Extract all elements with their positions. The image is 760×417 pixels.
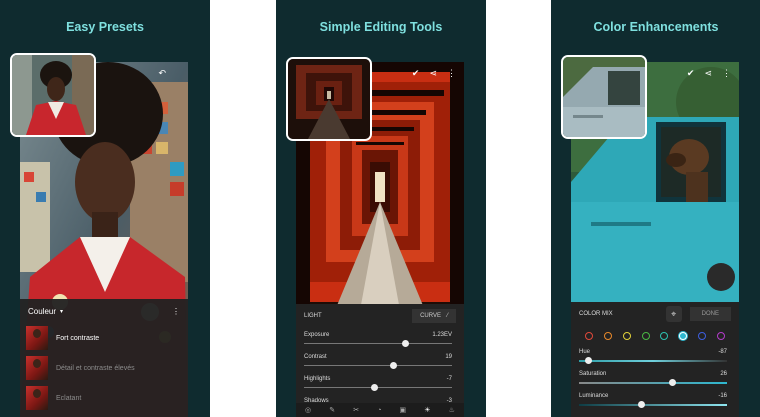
chevron-down-icon[interactable]: ▾ xyxy=(60,308,63,315)
slider-label: Highlights xyxy=(304,376,331,382)
light-header: LIGHT CURVE ⁄ xyxy=(296,304,464,328)
preset-tool-icon[interactable]: ◎ xyxy=(305,406,311,414)
slider-value: 19 xyxy=(445,354,452,360)
done-button[interactable]: DONE xyxy=(689,307,731,321)
share-icon[interactable]: ⋖ xyxy=(429,68,437,79)
panel-title: Easy Presets xyxy=(66,20,144,34)
panel-color-enhancements: Color Enhancements ✔ ⋖ ⋮ COLOR MIX ⌖ DON… xyxy=(551,0,760,417)
color-swatch[interactable] xyxy=(585,332,593,340)
color-swatch-row xyxy=(571,326,739,346)
color-mix-panel: COLOR MIX ⌖ DONE Hue -87 Saturation 26 L… xyxy=(571,302,739,417)
top-icons: ✔ ⋖ ⋮ xyxy=(687,68,731,79)
top-icons: ✔ ⋖ ⋮ xyxy=(412,68,456,79)
preset-list: Fort contraste Détail et contraste élevé… xyxy=(20,323,188,417)
color-swatch[interactable] xyxy=(603,332,612,340)
slider-knob[interactable] xyxy=(638,401,646,408)
slider-knob[interactable] xyxy=(401,340,409,347)
before-photo xyxy=(288,59,370,139)
slider-luminance[interactable]: Luminance -16 xyxy=(571,390,739,412)
preset-thumbnail xyxy=(26,326,48,350)
slider-track[interactable] xyxy=(304,387,452,388)
preset-label: Fort contraste xyxy=(56,334,100,342)
color-swatch[interactable] xyxy=(641,332,650,340)
slider-label: Contrast xyxy=(304,354,327,360)
slider-knob[interactable] xyxy=(370,384,378,391)
more-vertical-icon[interactable]: ⋮ xyxy=(447,68,456,79)
slider-track[interactable] xyxy=(304,365,452,366)
heal-tool-icon[interactable]: ✂ xyxy=(353,406,359,414)
preset-item[interactable]: Eclatant xyxy=(20,383,188,413)
slider-value: 26 xyxy=(720,371,727,377)
share-icon[interactable]: ⋖ xyxy=(704,68,712,79)
selective-tool-icon[interactable]: ◔ xyxy=(377,407,381,414)
before-photo xyxy=(563,57,645,137)
preset-label: Détail et contraste élevés xyxy=(56,364,135,372)
curve-button[interactable]: CURVE ⁄ xyxy=(412,309,456,323)
slider-hue[interactable]: Hue -87 xyxy=(571,346,739,368)
crop-tool-icon[interactable]: ✎ xyxy=(329,406,335,414)
slider-value: -7 xyxy=(446,376,452,382)
preset-label: Eclatant xyxy=(56,394,82,402)
slider-knob[interactable] xyxy=(389,362,397,369)
color-swatch[interactable] xyxy=(679,332,688,340)
slider-value: -16 xyxy=(718,393,727,399)
slider-knob[interactable] xyxy=(584,357,592,364)
slider-value: 1.23EV xyxy=(432,332,452,338)
slider-highlights[interactable]: Highlights -7 xyxy=(296,372,464,394)
slider-label: Luminance xyxy=(579,393,609,399)
preset-group-label: Couleur xyxy=(28,306,57,316)
check-circle-icon[interactable]: ✔ xyxy=(412,68,420,79)
tool-strip: ◎ ✎ ✂ ◔ ▣ ☀ ♨ xyxy=(296,403,464,417)
image-tool-icon[interactable]: ▣ xyxy=(400,406,407,414)
slider-track[interactable] xyxy=(579,382,727,384)
slider-track[interactable] xyxy=(579,360,727,362)
light-panel: LIGHT CURVE ⁄ Exposure 1.23EV Contrast 1… xyxy=(296,304,464,417)
slider-value: -87 xyxy=(718,349,727,355)
slider-exposure[interactable]: Exposure 1.23EV xyxy=(296,328,464,350)
panel-title: Color Enhancements xyxy=(593,20,719,34)
check-circle-icon[interactable]: ✔ xyxy=(687,68,695,79)
slider-saturation[interactable]: Saturation 26 xyxy=(571,368,739,390)
light-tool-icon[interactable]: ☀ xyxy=(424,406,430,414)
slider-label: Exposure xyxy=(304,332,330,338)
preset-thumbnail xyxy=(26,356,48,380)
preset-item[interactable]: Détail et contraste élevés xyxy=(20,353,188,383)
slider-track[interactable] xyxy=(304,343,452,344)
section-label: COLOR MIX xyxy=(579,311,613,317)
before-thumbnail xyxy=(561,55,647,139)
more-vertical-icon[interactable]: ⋮ xyxy=(172,307,180,316)
curve-label: CURVE xyxy=(420,313,441,319)
before-thumbnail xyxy=(10,53,96,137)
slider-track[interactable] xyxy=(579,404,727,406)
slider-contrast[interactable]: Contrast 19 xyxy=(296,350,464,372)
panel-title: Simple Editing Tools xyxy=(319,20,443,34)
color-swatch[interactable] xyxy=(698,332,707,340)
section-label: LIGHT xyxy=(304,313,322,319)
before-thumbnail xyxy=(286,57,372,141)
before-photo xyxy=(12,55,94,135)
more-vertical-icon[interactable]: ⋮ xyxy=(722,68,731,79)
curve-icon: ⁄ xyxy=(446,313,448,319)
preset-thumbnail xyxy=(26,386,48,410)
color-swatch[interactable] xyxy=(716,332,725,340)
color-mix-header: COLOR MIX ⌖ DONE xyxy=(571,302,739,326)
slider-knob[interactable] xyxy=(669,379,677,386)
preset-group-header[interactable]: Couleur ▾ ⋮ xyxy=(20,299,188,323)
undo-icon[interactable]: ↶ xyxy=(158,68,166,79)
color-tool-icon[interactable]: ♨ xyxy=(449,406,455,414)
color-swatch[interactable] xyxy=(622,332,631,340)
slider-label: Hue xyxy=(579,349,591,355)
top-icons: ↶ xyxy=(158,68,166,79)
slider-label: Saturation xyxy=(579,371,607,377)
preset-item[interactable]: Fort contraste xyxy=(20,323,188,353)
target-adjust-icon[interactable]: ⌖ xyxy=(665,306,682,322)
color-swatch[interactable] xyxy=(660,332,669,340)
panel-easy-presets: Easy Presets ↶ Couleur ▾ ⋮ Fort contrast… xyxy=(0,0,210,417)
panel-simple-editing-tools: Simple Editing Tools ✔ ⋖ ⋮ LIGHT CURVE ⁄… xyxy=(276,0,486,417)
